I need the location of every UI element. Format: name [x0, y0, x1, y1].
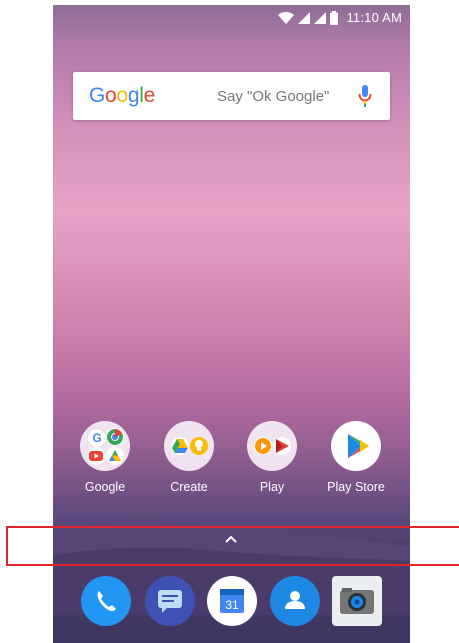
wifi-icon: [278, 11, 295, 24]
contacts-icon[interactable]: [270, 576, 320, 626]
create-folder[interactable]: Create: [149, 421, 229, 494]
home-apps: G Google Create Play Play Store: [53, 421, 410, 505]
message-icon[interactable]: [145, 576, 195, 626]
search-hint: Say "Ok Google": [217, 88, 330, 105]
signal-icon: [314, 11, 327, 24]
calendar-day: 31: [225, 598, 239, 612]
play-folder-icon: [247, 421, 297, 471]
google-folder[interactable]: G Google: [65, 421, 145, 494]
play-folder[interactable]: Play: [232, 421, 312, 494]
google-logo: Google: [89, 84, 155, 107]
app-label: Play Store: [327, 480, 385, 494]
signal-icon: [298, 11, 311, 24]
play-store-icon: [331, 421, 381, 471]
play-store-app[interactable]: Play Store: [316, 421, 396, 494]
status-bar: 11:10 AM: [53, 5, 410, 29]
google-folder-icon: G: [80, 421, 130, 471]
clock: 11:10 AM: [346, 10, 402, 25]
google-search-widget[interactable]: Google Say "Ok Google": [73, 72, 390, 120]
phone-icon[interactable]: [81, 576, 131, 626]
camera-icon[interactable]: [332, 576, 382, 626]
app-label: Play: [259, 480, 285, 494]
favorites-dock: 31: [53, 571, 410, 633]
mic-icon[interactable]: [358, 85, 372, 112]
app-label: Google: [84, 480, 126, 494]
highlight-box: [6, 526, 459, 566]
battery-icon: [330, 10, 339, 25]
create-folder-icon: [164, 421, 214, 471]
calendar-icon[interactable]: 31: [207, 576, 257, 626]
app-label: Create: [170, 480, 208, 494]
